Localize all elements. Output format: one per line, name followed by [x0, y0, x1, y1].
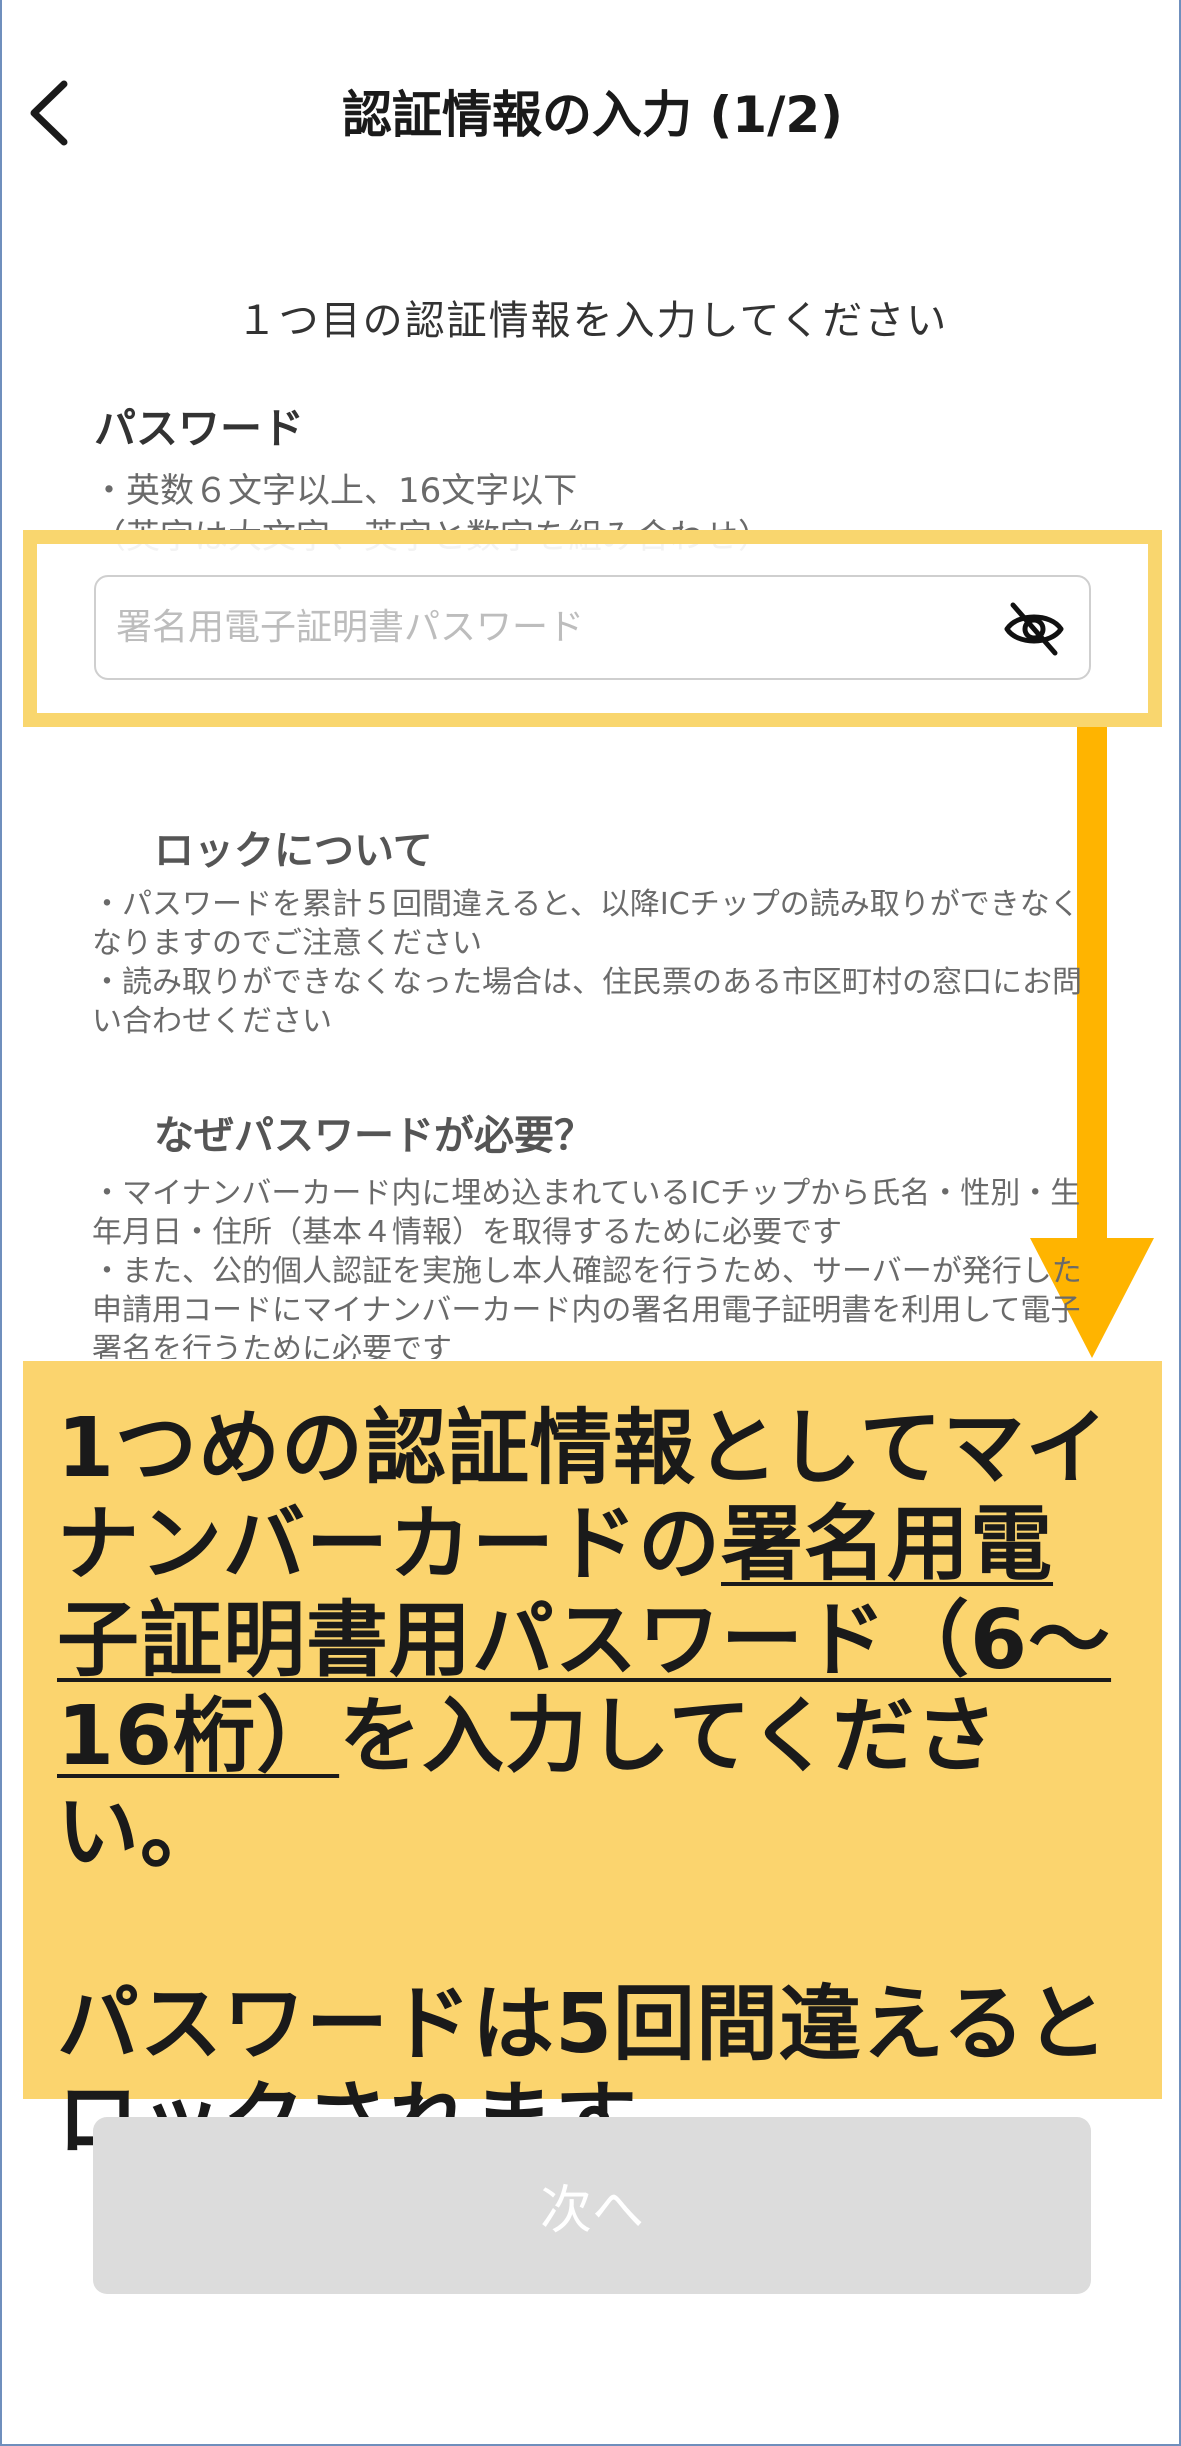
next-button[interactable]: 次へ [93, 2117, 1091, 2294]
why-section-body: ・マイナンバーカード内に埋め込まれているICチップから氏名・性別・生年月日・住所… [92, 1176, 1082, 1359]
password-field[interactable] [94, 575, 1091, 680]
password-input[interactable] [116, 577, 976, 678]
callout-text-1: 1つめの認証情報としてマイナンバーカードの署名用電子証明書用パスワード（6〜16… [57, 1401, 1128, 1881]
lock-section-title: ロックについて [154, 828, 433, 874]
instruction-callout: 1つめの認証情報としてマイナンバーカードの署名用電子証明書用パスワード（6〜16… [23, 1361, 1162, 2168]
eye-off-icon[interactable] [1003, 599, 1065, 659]
password-label: パスワード [94, 404, 305, 453]
why-section-title: なぜパスワードが必要？ [154, 1113, 594, 1159]
intro-text: １つ目の認証情報を入力してください [236, 298, 949, 344]
page-title: 認証情報の入力 (1/2) [342, 86, 843, 144]
lock-section-body: ・パスワードを累計５回間違えると、以降ICチップの読み取りができなくなりますので… [92, 887, 1082, 1039]
